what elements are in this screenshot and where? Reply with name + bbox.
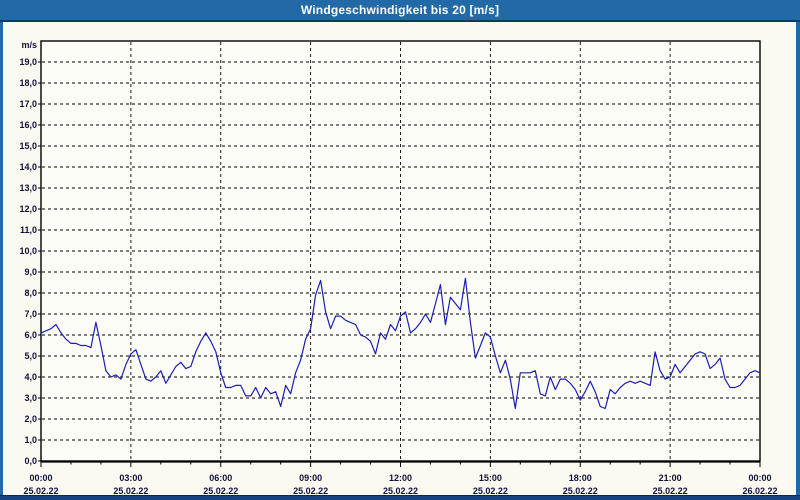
x-tick-date-label: 25.02.22: [563, 486, 598, 495]
chart-body: 0,0 1,0 2,0 3,0 4,0 5,0 6,0 7,0 8,0 9,0 10,0 11,0 12…: [0, 22, 800, 495]
x-axis-labels: 00:00 25.02.22 03:00 25.02.22 06:00 25.02.22 0…: [23, 473, 777, 495]
window-title-bar: Windgeschwindigkeit bis 20 [m/s]: [0, 0, 800, 22]
y-tick-label: 15,0: [19, 141, 37, 151]
window-title: Windgeschwindigkeit bis 20 [m/s]: [300, 3, 500, 17]
y-tick-label: 6,0: [24, 330, 37, 340]
x-tick-date-label: 25.02.22: [383, 486, 418, 495]
y-tick-label: 3,0: [24, 393, 37, 403]
y-axis-unit-label: m/s: [21, 40, 37, 50]
x-tick-time-label: 12:00: [389, 473, 412, 483]
x-tick-time-label: 03:00: [119, 473, 142, 483]
x-tick-date-label: 25.02.22: [653, 486, 688, 495]
x-tick-date-label: 26.02.22: [742, 486, 777, 495]
y-tick-label: 2,0: [24, 414, 37, 424]
bottom-frame-bar: [0, 495, 800, 500]
x-tick-time-label: 00:00: [748, 473, 771, 483]
y-tick-label: 12,0: [19, 204, 37, 214]
y-tick-label: 7,0: [24, 309, 37, 319]
y-tick-label: 9,0: [24, 267, 37, 277]
x-tick-time-label: 06:00: [209, 473, 232, 483]
y-tick-label: 8,0: [24, 288, 37, 298]
x-tick-time-label: 00:00: [29, 473, 52, 483]
y-tick-label: 10,0: [19, 246, 37, 256]
y-tick-label: 18,0: [19, 78, 37, 88]
y-tick-label: 5,0: [24, 351, 37, 361]
y-tick-label: 14,0: [19, 162, 37, 172]
wind-speed-chart: 0,0 1,0 2,0 3,0 4,0 5,0 6,0 7,0 8,0 9,0 10,0 11,0 12…: [19, 40, 777, 495]
x-tick-date-label: 25.02.22: [203, 486, 238, 495]
x-tick-date-label: 25.02.22: [23, 486, 58, 495]
x-tick-time-label: 15:00: [479, 473, 502, 483]
x-tick-time-label: 09:00: [299, 473, 322, 483]
y-tick-label: 16,0: [19, 120, 37, 130]
y-tick-label: 11,0: [20, 225, 37, 235]
y-tick-label: 13,0: [19, 183, 37, 193]
y-tick-label: 0,0: [24, 456, 37, 466]
x-tick-date-label: 25.02.22: [293, 486, 328, 495]
x-tick-date-label: 25.02.22: [473, 486, 508, 495]
x-tick-date-label: 25.02.22: [113, 486, 148, 495]
y-tick-label: 1,0: [24, 435, 37, 445]
y-tick-label: 4,0: [24, 372, 37, 382]
y-tick-label: 17,0: [19, 99, 37, 109]
x-tick-time-label: 21:00: [659, 473, 682, 483]
y-tick-label: 19,0: [19, 57, 37, 67]
chart-window: Windgeschwindigkeit bis 20 [m/s] 0,0 1,0 2…: [0, 0, 800, 500]
x-tick-time-label: 18:00: [569, 473, 592, 483]
